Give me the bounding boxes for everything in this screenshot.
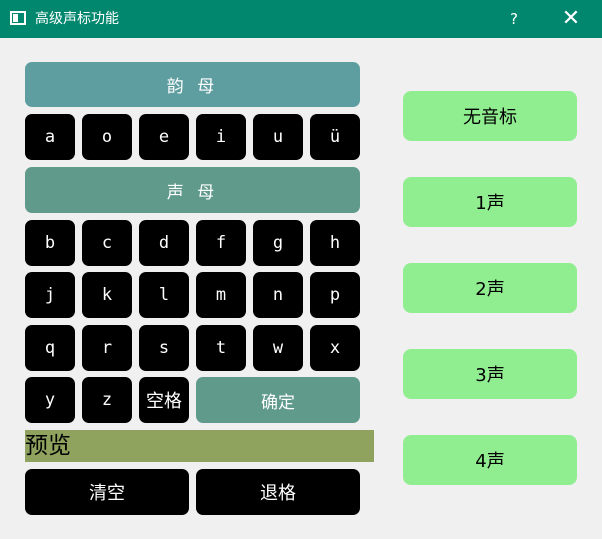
- backspace-button[interactable]: 退格: [196, 469, 360, 515]
- title-bar: 高级声标功能 ? ✕: [0, 0, 602, 38]
- confirm-button[interactable]: 确定: [196, 377, 360, 423]
- vowel-header: 韵 母: [25, 62, 360, 107]
- window-icon: [10, 11, 26, 25]
- key-m[interactable]: m: [196, 272, 246, 318]
- key-u-umlaut[interactable]: ü: [310, 114, 360, 160]
- pinyin-tone-dialog: 高级声标功能 ? ✕ 韵 母 a o e i u ü 声 母 b c d f g…: [0, 0, 602, 539]
- key-i[interactable]: i: [196, 114, 246, 160]
- key-l[interactable]: l: [139, 272, 189, 318]
- key-y[interactable]: y: [25, 377, 75, 423]
- clear-button[interactable]: 清空: [25, 469, 189, 515]
- tone-1-button[interactable]: 1声: [403, 177, 577, 227]
- key-s[interactable]: s: [139, 325, 189, 371]
- key-c[interactable]: c: [82, 220, 132, 266]
- key-n[interactable]: n: [253, 272, 303, 318]
- key-k[interactable]: k: [82, 272, 132, 318]
- key-z[interactable]: z: [82, 377, 132, 423]
- key-d[interactable]: d: [139, 220, 189, 266]
- key-t[interactable]: t: [196, 325, 246, 371]
- key-e[interactable]: e: [139, 114, 189, 160]
- tone-4-button[interactable]: 4声: [403, 435, 577, 485]
- tone-3-button[interactable]: 3声: [403, 349, 577, 399]
- preview-field: 预览: [25, 430, 374, 462]
- key-o[interactable]: o: [82, 114, 132, 160]
- key-h[interactable]: h: [310, 220, 360, 266]
- key-j[interactable]: j: [25, 272, 75, 318]
- key-f[interactable]: f: [196, 220, 246, 266]
- key-r[interactable]: r: [82, 325, 132, 371]
- help-button[interactable]: ?: [500, 0, 528, 38]
- window-title: 高级声标功能: [35, 11, 119, 27]
- key-p[interactable]: p: [310, 272, 360, 318]
- key-q[interactable]: q: [25, 325, 75, 371]
- tone-2-button[interactable]: 2声: [403, 263, 577, 313]
- close-button[interactable]: ✕: [554, 0, 588, 38]
- key-x[interactable]: x: [310, 325, 360, 371]
- key-w[interactable]: w: [253, 325, 303, 371]
- key-a[interactable]: a: [25, 114, 75, 160]
- consonant-header: 声 母: [25, 167, 360, 213]
- key-b[interactable]: b: [25, 220, 75, 266]
- key-u[interactable]: u: [253, 114, 303, 160]
- tone-none-button[interactable]: 无音标: [403, 91, 577, 141]
- key-g[interactable]: g: [253, 220, 303, 266]
- space-button[interactable]: 空格: [139, 377, 189, 423]
